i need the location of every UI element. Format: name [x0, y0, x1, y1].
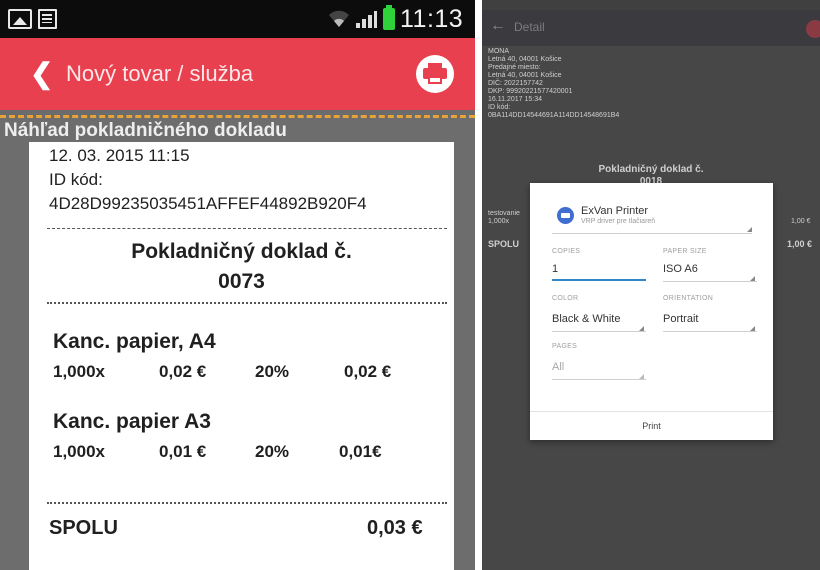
pages-label: PAGES	[552, 343, 578, 350]
signal-icon	[356, 11, 377, 28]
print-button[interactable]	[416, 55, 454, 93]
dialog-footer: Print	[530, 411, 773, 440]
item-vat: 20%	[255, 442, 290, 461]
item-total: 0,01€	[339, 442, 382, 461]
receipt-tear-edge	[0, 110, 475, 118]
dropdown-arrow-icon[interactable]	[747, 227, 752, 232]
divider	[663, 281, 757, 282]
screenshot-pair: 11:13 ❮ Nový tovar / služba Náhľad pokla…	[0, 0, 820, 570]
divider	[663, 331, 757, 332]
dropdown-arrow-icon[interactable]	[750, 326, 755, 331]
pages-select[interactable]: All	[552, 361, 564, 373]
dropdown-arrow-icon[interactable]	[639, 326, 644, 331]
print-confirm-button[interactable]: Print	[530, 421, 773, 431]
color-select[interactable]: Black & White	[552, 313, 620, 325]
receipt-line: DKP: 99920221577420001	[488, 88, 573, 95]
right-tablet-screen: ← Detail MONA Letná 40, 04001 Košice Pre…	[482, 0, 820, 570]
divider	[47, 228, 447, 229]
receipt-preview[interactable]: 12. 03. 2015 11:15 ID kód: 4D28D99235035…	[29, 142, 454, 570]
item-qty: 1,000x	[53, 362, 105, 381]
item-name: Kanc. papier A3	[53, 410, 211, 433]
item-total: 0,02 €	[344, 362, 392, 381]
receipt-line: MONA	[488, 48, 509, 55]
printer-description: VRP driver pre tlačiareň	[581, 218, 656, 225]
divider	[47, 502, 447, 504]
app-bar: ← Detail	[482, 10, 820, 46]
copies-input[interactable]: 1	[552, 263, 558, 275]
receipt-doc-title: Pokladničný doklad č.	[131, 240, 352, 263]
printer-icon[interactable]	[806, 20, 820, 38]
item-total: 1,00 €	[791, 218, 811, 225]
receipt-id-label: ID kód:	[49, 170, 103, 189]
orientation-select[interactable]: Portrait	[663, 313, 698, 325]
back-button[interactable]: ❮	[30, 57, 53, 90]
paper-size-select[interactable]: ISO A6	[663, 263, 698, 275]
paper-size-label: PAPER SIZE	[663, 248, 707, 255]
page-title: Nový tovar / služba	[66, 61, 254, 86]
back-button[interactable]: ←	[490, 17, 506, 35]
printer-icon	[557, 207, 574, 224]
total-label: SPOLU	[488, 239, 520, 249]
image-notification-icon	[8, 9, 32, 29]
left-phone-screen: 11:13 ❮ Nový tovar / služba Náhľad pokla…	[0, 0, 475, 570]
total-value: 0,03 €	[367, 517, 423, 539]
wifi-icon	[329, 10, 349, 27]
item-price: 0,01 €	[159, 442, 207, 461]
document-notification-icon	[38, 9, 57, 29]
orientation-label: ORIENTATION	[663, 295, 714, 302]
total-value: 1,00 €	[787, 239, 813, 249]
color-label: COLOR	[552, 295, 579, 302]
item-name: testovanie	[488, 210, 520, 217]
dropdown-arrow-icon[interactable]	[639, 374, 644, 379]
dropdown-arrow-icon[interactable]	[750, 276, 755, 281]
divider	[47, 302, 447, 304]
item-qty: 1,000x	[488, 218, 510, 225]
receipt-doc-title: Pokladničný doklad č.	[598, 164, 704, 175]
receipt-line: Letná 40, 04001 Košice	[488, 72, 562, 79]
total-label: SPOLU	[49, 517, 118, 539]
divider	[552, 331, 646, 332]
preview-title: Náhľad pokladničného dokladu	[4, 120, 287, 141]
print-dialog: ExVan Printer VRP driver pre tlačiareň C…	[530, 183, 773, 440]
printer-name[interactable]: ExVan Printer	[581, 205, 648, 217]
item-price: 0,02 €	[159, 362, 207, 381]
status-time: 11:13	[400, 5, 464, 33]
app-bar: ❮ Nový tovar / služba	[0, 38, 475, 110]
receipt-line: 0BA114DD14544691A114DD14548691B4	[488, 112, 620, 119]
page-title: Detail	[514, 20, 545, 34]
receipt-line: Letná 40, 04001 Košice	[488, 56, 562, 63]
copies-underline	[552, 279, 646, 281]
item-vat: 20%	[255, 362, 290, 381]
receipt-line: Predajné miesto:	[488, 64, 541, 71]
item-name: Kanc. papier, A4	[53, 330, 216, 353]
receipt-datetime: 12. 03. 2015 11:15	[49, 146, 190, 165]
preview-header: Náhľad pokladničného dokladu	[0, 118, 475, 144]
status-bar: 11:13	[0, 0, 475, 38]
receipt-line: DIČ: 2022157742	[488, 80, 543, 87]
divider	[552, 233, 752, 234]
divider	[552, 379, 646, 380]
battery-icon	[383, 5, 395, 30]
item-qty: 1,000x	[53, 442, 105, 461]
copies-label: COPIES	[552, 248, 581, 255]
receipt-line: 16.11.2017 15:34	[488, 96, 542, 103]
receipt-id-code: 4D28D99235035451AFFEF44892B920F4	[49, 194, 367, 213]
receipt-line: ID kód:	[488, 104, 511, 111]
receipt-doc-number: 0073	[218, 270, 265, 293]
